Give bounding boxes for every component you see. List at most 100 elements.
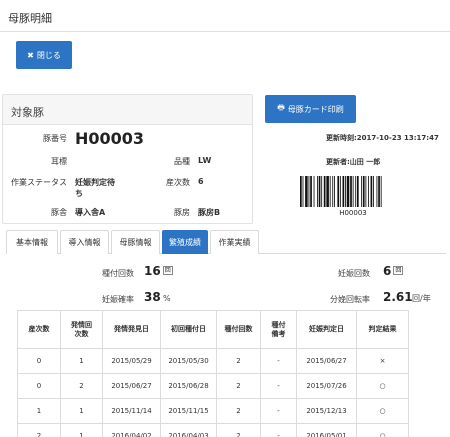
- window-title: 母豚明細: [8, 12, 52, 25]
- cell-first-mating: 2016/04/03: [160, 423, 217, 437]
- tab-label: 作業実績: [218, 238, 251, 247]
- update-time: 更新時刻:2017-10-23 13:17:47: [326, 134, 439, 142]
- col-header-mating-count[interactable]: 種付回数: [216, 310, 261, 349]
- cell-pregnancy-date: 2015/07/26: [296, 373, 357, 399]
- cell-mating-count: 2: [216, 348, 261, 374]
- cell-mating-notes: -: [260, 373, 297, 399]
- cell-estrus-date: 2016/04/02: [102, 423, 161, 437]
- conception-rate-label: 妊娠確率: [102, 295, 134, 304]
- cell-first-mating: 2015/05/30: [160, 348, 217, 374]
- cell-estrus-date: 2015/06/27: [102, 373, 161, 399]
- col-header-parity[interactable]: 産次数: [17, 310, 61, 349]
- col-header-text: 発情回次数: [71, 320, 92, 338]
- tab-label: 導入情報: [68, 238, 101, 247]
- cell-pregnancy-date: 2016/05/01: [296, 423, 357, 437]
- tab-bar: 基本情報 導入情報 母豚情報 繁殖成績 作業実績: [6, 230, 446, 254]
- cell-estrus-count: 1: [60, 348, 103, 374]
- tab-label: 基本情報: [16, 238, 48, 247]
- farrowing-index-label: 分娩回転率: [330, 295, 370, 304]
- barcode-text: H00003: [339, 209, 367, 217]
- tab-sow-info[interactable]: 母豚情報: [111, 230, 160, 254]
- cell-mating-count: 2: [216, 423, 261, 437]
- updated-by: 更新者:山田 一郎: [326, 158, 381, 166]
- tab-intro-info[interactable]: 導入情報: [60, 230, 109, 254]
- table-row: 0 1 2015/05/29 2015/05/30 2 - 2015/06/27…: [17, 348, 409, 374]
- farrowing-index-value: 2.61: [383, 290, 413, 304]
- cell-result: ×: [356, 348, 409, 374]
- close-button[interactable]: ✖ 閉じる: [16, 41, 72, 69]
- pregnancy-count-value: 6回: [383, 264, 404, 278]
- pregnancy-count-unit: 回: [393, 266, 404, 275]
- cell-estrus-count: 1: [60, 423, 103, 437]
- cell-mating-count: 2: [216, 398, 261, 424]
- breed-value: LW: [198, 156, 212, 165]
- conception-rate-value: 38: [144, 290, 161, 304]
- cell-parity: 1: [17, 398, 61, 424]
- table-row: 0 2 2015/06/27 2015/06/28 2 - 2015/07/26…: [17, 373, 409, 399]
- cell-result: ○: [356, 423, 409, 437]
- conception-rate-unit: %: [163, 294, 171, 303]
- cell-estrus-date: 2015/05/29: [102, 348, 161, 374]
- print-card-label: 母豚カード印刷: [287, 104, 344, 114]
- cell-result: ○: [356, 398, 409, 424]
- breeding-history-table: 産次数 発情回次数 発情発見日 初回種付日 種付回数 種付備考 妊娠判定日 判定…: [17, 310, 409, 437]
- tab-basic-info[interactable]: 基本情報: [6, 230, 58, 254]
- work-status-label: 作業ステータス: [11, 178, 67, 187]
- cell-mating-notes: -: [260, 348, 297, 374]
- table-row: 1 1 2015/11/14 2015/11/15 2 - 2015/12/13…: [17, 398, 409, 424]
- cell-estrus-count: 2: [60, 373, 103, 399]
- breed-label: 品種: [174, 157, 190, 166]
- tab-work-results[interactable]: 作業実績: [210, 230, 259, 254]
- tab-label: 母豚情報: [119, 238, 152, 247]
- cell-estrus-count: 1: [60, 398, 103, 424]
- col-header-mating-notes[interactable]: 種付備考: [260, 310, 297, 349]
- cell-result: ○: [356, 373, 409, 399]
- tab-breeding-results[interactable]: 繁殖成績: [162, 230, 208, 254]
- work-status-value: 妊娠判定待: [75, 178, 115, 187]
- close-icon: ✖: [27, 50, 34, 60]
- parity-value: 6: [198, 177, 204, 186]
- cell-first-mating: 2015/11/15: [160, 398, 217, 424]
- work-status-value-wrap: ち: [75, 189, 83, 198]
- mating-count-label: 種付回数: [102, 269, 134, 278]
- cell-pregnancy-date: 2015/06/27: [296, 348, 357, 374]
- pregnancy-count-number: 6: [383, 264, 392, 278]
- target-pig-panel: 対象豚 豚番号 H00003 耳標 品種 LW 作業ステータス 妊娠判定待 ち …: [2, 94, 253, 224]
- mating-count-value: 16 回: [144, 264, 173, 278]
- table-header-row: 産次数 発情回次数 発情発見日 初回種付日 種付回数 種付備考 妊娠判定日 判定…: [17, 310, 409, 349]
- close-button-label: 閉じる: [36, 50, 61, 60]
- print-card-button[interactable]: 🖶 母豚カード印刷: [265, 95, 356, 123]
- cell-first-mating: 2015/06/28: [160, 373, 217, 399]
- col-header-pregnancy-date[interactable]: 妊娠判定日: [296, 310, 357, 349]
- title-bar: 母豚明細: [0, 0, 450, 32]
- printer-icon: 🖶: [277, 103, 285, 112]
- pig-number-value: H00003: [75, 129, 145, 148]
- cell-parity: 0: [17, 373, 61, 399]
- cell-parity: 2: [17, 423, 61, 437]
- barn-value: 導入舎A: [75, 208, 106, 217]
- mating-count-unit: 回: [162, 266, 173, 275]
- cell-mating-notes: -: [260, 423, 297, 437]
- col-header-result[interactable]: 判定結果: [356, 310, 409, 349]
- table-row: 2 1 2016/04/02 2016/04/03 2 - 2016/05/01…: [17, 423, 409, 437]
- panel-title: 対象豚: [3, 95, 252, 125]
- cell-mating-count: 2: [216, 373, 261, 399]
- ear-tag-label: 耳標: [51, 157, 67, 166]
- col-header-text: 種付備考: [271, 320, 286, 338]
- col-header-estrus-count[interactable]: 発情回次数: [60, 310, 103, 349]
- col-header-first-mating[interactable]: 初回種付日: [160, 310, 217, 349]
- col-header-estrus-date[interactable]: 発情発見日: [102, 310, 161, 349]
- parity-label: 産次数: [166, 178, 190, 187]
- pen-label: 豚房: [174, 208, 190, 217]
- pregnancy-count-label: 妊娠回数: [338, 269, 370, 278]
- barcode-image: [300, 176, 382, 207]
- cell-pregnancy-date: 2015/12/13: [296, 398, 357, 424]
- pig-number-label: 豚番号: [43, 134, 67, 143]
- barn-label: 豚舎: [51, 208, 67, 217]
- cell-estrus-date: 2015/11/14: [102, 398, 161, 424]
- mating-count-number: 16: [144, 264, 161, 278]
- farrowing-index-unit: 回/年: [412, 294, 431, 303]
- pen-value: 豚房B: [198, 208, 221, 217]
- cell-mating-notes: -: [260, 398, 297, 424]
- cell-parity: 0: [17, 348, 61, 374]
